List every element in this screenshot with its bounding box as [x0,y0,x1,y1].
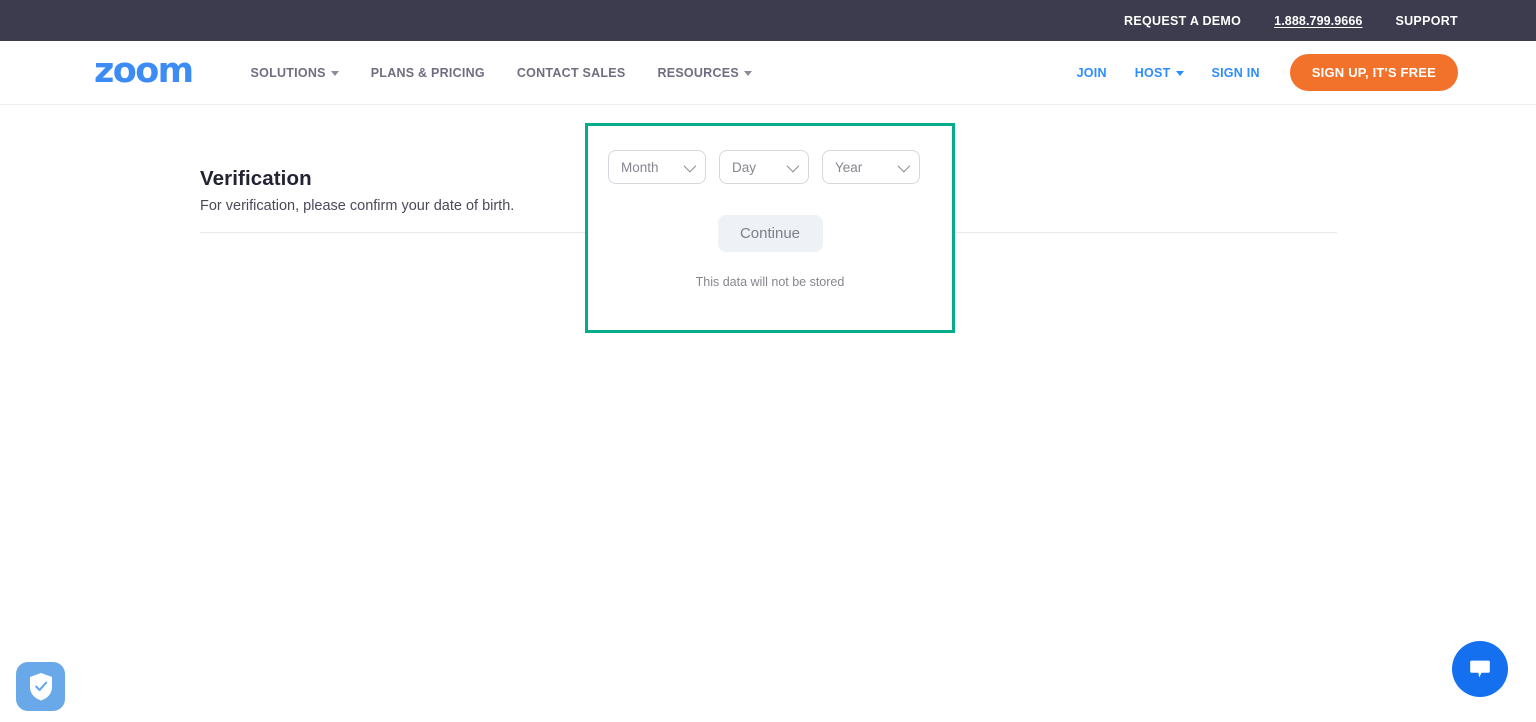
day-select[interactable]: Day [719,150,809,184]
nav-item-host-label: HOST [1134,65,1171,80]
nav-item-contact-sales-label: CONTACT SALES [516,65,626,80]
year-select[interactable]: Year [822,150,920,184]
chevron-down-icon [330,71,339,76]
page-content: Verification For verification, please co… [0,105,1536,333]
support-link[interactable]: SUPPORT [1395,14,1458,28]
day-select-value: Day [732,159,757,175]
date-of-birth-panel: Month Day Year Continue This data will n… [585,123,955,333]
nav-item-contact-sales[interactable]: CONTACT SALES [501,66,642,80]
chevron-down-icon [683,159,697,172]
chat-support-button[interactable] [1452,641,1508,697]
shield-check-icon [29,673,52,701]
nav-item-sign-in[interactable]: SIGN IN [1198,66,1274,80]
chevron-down-icon [786,159,800,172]
data-storage-note: This data will not be stored [695,275,845,289]
chevron-down-icon [1175,71,1184,76]
continue-button[interactable]: Continue [717,215,823,252]
nav-item-solutions[interactable]: SOLUTIONS [235,66,355,80]
chat-bubble-icon [1470,660,1490,678]
phone-number-link[interactable]: 1.888.799.9666 [1274,14,1362,28]
sign-up-button[interactable]: SIGN UP, IT'S FREE [1289,54,1458,91]
nav-item-plans-pricing-label: PLANS & PRICING [370,65,485,80]
nav-item-solutions-label: SOLUTIONS [250,65,326,80]
main-navigation-bar: zoom SOLUTIONS PLANS & PRICING CONTACT S… [0,41,1536,105]
nav-item-join-label: JOIN [1076,65,1107,80]
year-select-value: Year [835,159,863,175]
request-a-demo-link[interactable]: REQUEST A DEMO [1124,14,1241,28]
nav-item-resources-label: RESOURCES [657,65,739,80]
nav-item-join[interactable]: JOIN [1063,66,1121,80]
nav-item-resources[interactable]: RESOURCES [641,66,767,80]
nav-item-plans-pricing[interactable]: PLANS & PRICING [355,66,501,80]
nav-item-host[interactable]: HOST [1121,66,1198,80]
privacy-options-button[interactable] [16,662,65,711]
month-select-value: Month [621,159,659,175]
zoom-logo[interactable]: zoom [94,53,194,89]
continue-button-wrapper: Continue [588,215,952,252]
nav-item-sign-in-label: SIGN IN [1211,65,1260,80]
month-select[interactable]: Month [608,150,706,184]
chevron-down-icon [897,159,911,172]
date-of-birth-selects-row: Month Day Year [588,126,952,184]
nav-left-group: SOLUTIONS PLANS & PRICING CONTACT SALES … [235,66,768,80]
chevron-down-icon [743,71,752,76]
nav-right-group: JOIN HOST SIGN IN SIGN UP, IT'S FREE [1063,54,1458,91]
top-utility-bar: REQUEST A DEMO 1.888.799.9666 SUPPORT [0,0,1536,41]
